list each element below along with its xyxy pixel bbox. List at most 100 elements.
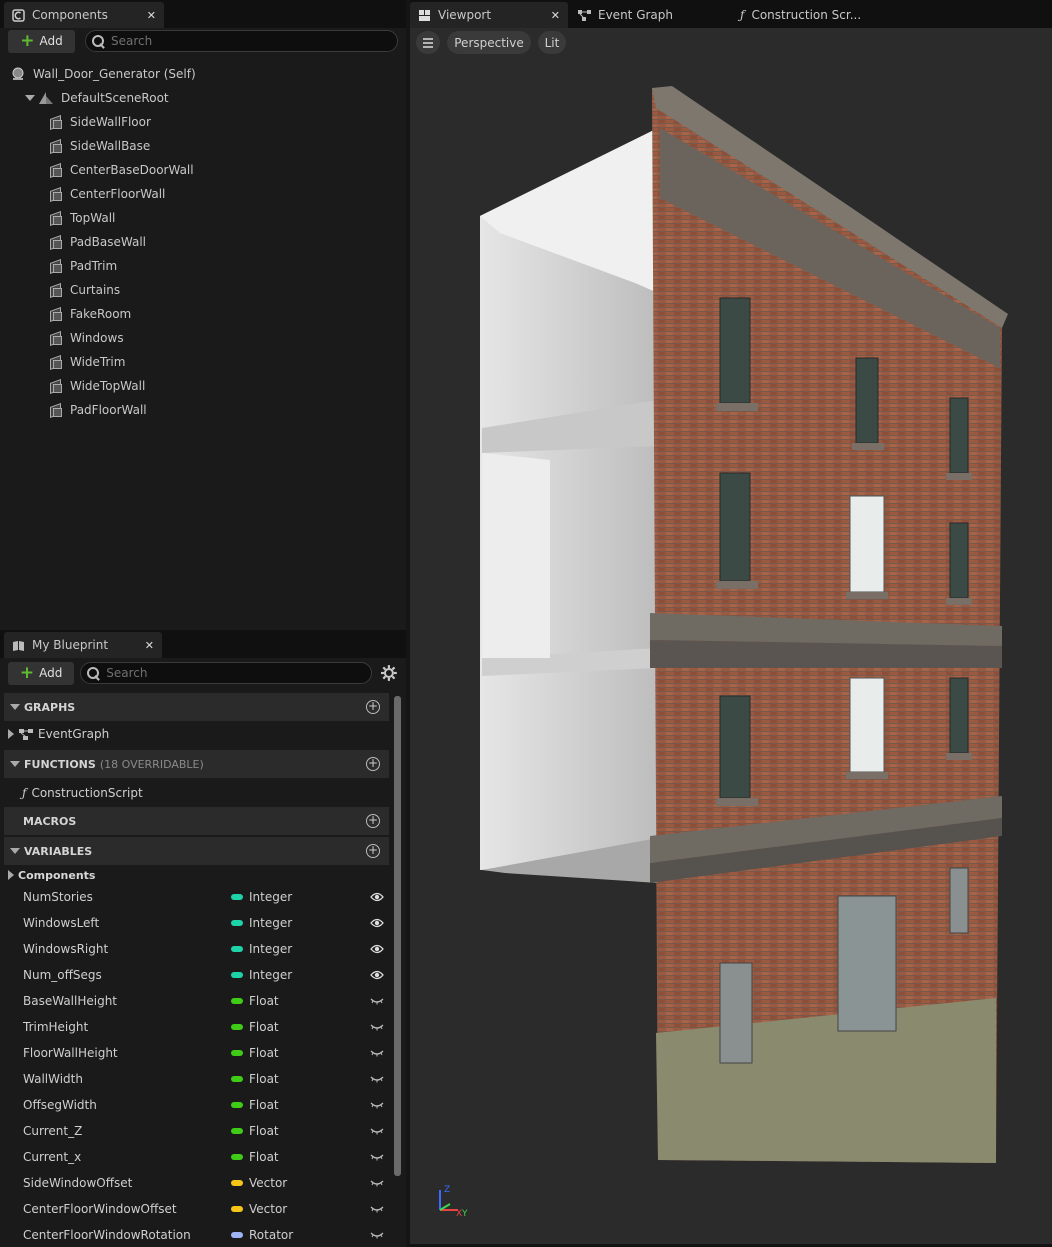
variable-type-pill	[231, 1154, 243, 1160]
tree-component-item[interactable]: WideTrim	[0, 350, 406, 374]
tree-component-item[interactable]: WideTopWall	[0, 374, 406, 398]
close-icon[interactable]: ✕	[147, 9, 156, 22]
variable-type-pill	[231, 1050, 243, 1056]
eye-open-icon[interactable]	[370, 970, 384, 980]
variable-row[interactable]: FloorWallHeight Float	[4, 1040, 389, 1066]
hamburger-icon	[423, 37, 433, 48]
components-search-input[interactable]: Search	[85, 30, 398, 52]
add-variable-icon[interactable]: +	[366, 844, 380, 858]
tree-component-item[interactable]: TopWall	[0, 206, 406, 230]
eye-closed-icon[interactable]	[370, 996, 384, 1006]
variable-type-pill	[231, 1102, 243, 1108]
viewport-menu-button[interactable]	[416, 31, 440, 54]
variable-row[interactable]: Current_x Float	[4, 1144, 389, 1170]
eye-open-icon[interactable]	[370, 892, 384, 902]
eye-closed-icon[interactable]	[370, 1178, 384, 1188]
variable-row[interactable]: TrimHeight Float	[4, 1014, 389, 1040]
variable-type-pill	[231, 946, 243, 952]
variables-section-header[interactable]: VARIABLES +	[4, 837, 389, 865]
blueprint-tabbar: My Blueprint ✕	[0, 630, 406, 658]
eye-closed-icon[interactable]	[370, 1022, 384, 1032]
variable-name: FloorWallHeight	[23, 1046, 118, 1060]
tree-component-item[interactable]: CenterFloorWall	[0, 182, 406, 206]
tree-component-item[interactable]: PadTrim	[0, 254, 406, 278]
eye-closed-icon[interactable]	[370, 1152, 384, 1162]
eye-closed-icon[interactable]	[370, 1230, 384, 1240]
my-blueprint-tab[interactable]: My Blueprint ✕	[4, 632, 162, 658]
perspective-button[interactable]: Perspective	[447, 31, 531, 54]
static-mesh-icon	[48, 307, 62, 321]
add-graph-icon[interactable]: +	[366, 700, 380, 714]
viewport-canvas[interactable]: Z X Y	[410, 28, 1052, 1244]
static-mesh-icon	[48, 235, 62, 249]
tree-component-item[interactable]: Windows	[0, 326, 406, 350]
components-tab[interactable]: Components ✕	[4, 2, 164, 28]
lit-button[interactable]: Lit	[538, 31, 566, 54]
building-render: Z X Y	[439, 86, 1008, 1219]
functions-section-header[interactable]: FUNCTIONS (18 OVERRIDABLE) +	[4, 750, 389, 778]
tree-component-item[interactable]: CenterBaseDoorWall	[0, 158, 406, 182]
static-mesh-icon	[48, 331, 62, 345]
variable-row[interactable]: WindowsRight Integer	[4, 936, 389, 962]
eye-closed-icon[interactable]	[370, 1204, 384, 1214]
variable-name: OffsegWidth	[23, 1098, 97, 1112]
static-mesh-icon	[48, 211, 62, 225]
variable-type: Float	[249, 1072, 279, 1086]
collapse-arrow-icon[interactable]	[25, 95, 35, 101]
eye-closed-icon[interactable]	[370, 1100, 384, 1110]
eye-open-icon[interactable]	[370, 918, 384, 928]
search-icon	[92, 34, 105, 48]
static-mesh-icon	[48, 355, 62, 369]
graphs-section-header[interactable]: GRAPHS +	[4, 693, 389, 721]
variable-row[interactable]: Current_Z Float	[4, 1118, 389, 1144]
variable-name: BaseWallHeight	[23, 994, 118, 1008]
macros-section-header[interactable]: MACROS +	[4, 807, 389, 835]
close-icon[interactable]: ✕	[145, 639, 154, 652]
tab-event-graph[interactable]: Event Graph	[570, 2, 730, 28]
close-icon[interactable]: ✕	[551, 9, 560, 22]
variable-row[interactable]: BaseWallHeight Float	[4, 988, 389, 1014]
add-function-icon[interactable]: +	[366, 757, 380, 771]
add-macro-icon[interactable]: +	[366, 814, 380, 828]
tree-component-label: CenterBaseDoorWall	[70, 163, 194, 177]
variable-row[interactable]: Num_offSegs Integer	[4, 962, 389, 988]
variable-row[interactable]: WindowsLeft Integer	[4, 910, 389, 936]
components-search-placeholder: Search	[111, 34, 153, 48]
function-item-constructionscript[interactable]: ƒ ConstructionScript	[4, 780, 389, 806]
graph-item-eventgraph[interactable]: EventGraph	[4, 721, 389, 747]
add-component-button[interactable]: + Add	[8, 29, 75, 53]
blueprint-scrollbar[interactable]	[394, 696, 401, 1176]
editor-tabbar: Viewport ✕ Event Graph ƒ Construction Sc…	[410, 0, 1052, 28]
add-member-button[interactable]: + Add	[8, 661, 75, 685]
variable-row[interactable]: CenterFloorWindowRotation Rotator	[4, 1222, 389, 1247]
variable-row[interactable]: WallWidth Float	[4, 1066, 389, 1092]
variable-row[interactable]: OffsegWidth Float	[4, 1092, 389, 1118]
tree-component-label: FakeRoom	[70, 307, 132, 321]
eye-open-icon[interactable]	[370, 944, 384, 954]
static-mesh-icon	[48, 115, 62, 129]
variable-type-pill	[231, 1128, 243, 1134]
tree-component-label: SideWallFloor	[70, 115, 151, 129]
tab-construction-script[interactable]: ƒ Construction Scr...	[732, 2, 892, 28]
blueprint-search-input[interactable]: Search	[80, 662, 373, 684]
tab-viewport[interactable]: Viewport ✕	[410, 2, 568, 28]
tree-component-item[interactable]: SideWallFloor	[0, 110, 406, 134]
variable-row[interactable]: SideWindowOffset Vector	[4, 1170, 389, 1196]
tree-root[interactable]: DefaultSceneRoot	[0, 86, 406, 110]
tree-component-item[interactable]: PadFloorWall	[0, 398, 406, 422]
expand-arrow-icon[interactable]	[8, 729, 14, 739]
tree-self[interactable]: Wall_Door_Generator (Self)	[0, 62, 406, 86]
eye-closed-icon[interactable]	[370, 1126, 384, 1136]
expand-arrow-icon[interactable]	[8, 870, 14, 880]
tree-component-item[interactable]: PadBaseWall	[0, 230, 406, 254]
variable-row[interactable]: CenterFloorWindowOffset Vector	[4, 1196, 389, 1222]
tree-component-item[interactable]: Curtains	[0, 278, 406, 302]
gear-icon[interactable]	[380, 664, 398, 682]
variable-row[interactable]: NumStories Integer	[4, 884, 389, 910]
variable-type: Rotator	[249, 1228, 294, 1242]
tree-component-item[interactable]: SideWallBase	[0, 134, 406, 158]
eye-closed-icon[interactable]	[370, 1074, 384, 1084]
tree-component-label: PadFloorWall	[70, 403, 147, 417]
tree-component-item[interactable]: FakeRoom	[0, 302, 406, 326]
eye-closed-icon[interactable]	[370, 1048, 384, 1058]
